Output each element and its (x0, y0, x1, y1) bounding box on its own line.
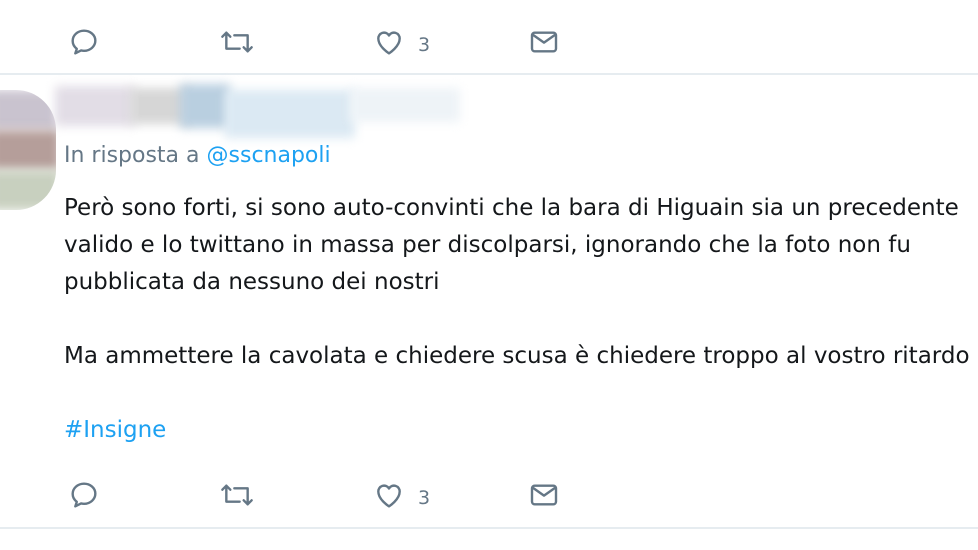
retweet-icon (221, 31, 253, 53)
retweet-icon (221, 484, 253, 506)
like-icon (377, 31, 401, 55)
direct-message-button[interactable] (527, 17, 561, 67)
like-icon (377, 484, 401, 508)
reply-handle-link[interactable]: @sscnapoli (207, 143, 331, 168)
tweet-text: Però sono forti, si sono auto-convinti c… (64, 190, 978, 375)
tweet-actions: 3 (0, 470, 978, 520)
tweet-text-line: Però sono forti, si sono auto-convinti c… (64, 195, 959, 221)
like-count: 3 (418, 34, 431, 56)
tweet-text-line: valido e lo twittano in massa per discol… (64, 232, 911, 258)
reply-context: In risposta a @sscnapoli (64, 143, 331, 168)
retweet-button[interactable] (218, 470, 256, 520)
reply-button[interactable] (68, 470, 100, 520)
tweet-actions-top: 3 (0, 17, 978, 67)
reply-prefix: In risposta a (64, 143, 200, 168)
retweet-button[interactable] (218, 17, 256, 67)
like-button[interactable]: 3 (372, 17, 430, 67)
tweet-divider (0, 73, 978, 75)
reply-button[interactable] (68, 17, 100, 67)
tweet-text-line: Ma ammettere la cavolata e chiedere scus… (64, 343, 970, 369)
like-count: 3 (418, 487, 431, 509)
reply-icon (71, 482, 97, 508)
tweet-text-line: pubblicata da nessuno dei nostri (64, 269, 440, 295)
direct-message-button[interactable] (527, 470, 561, 520)
like-button[interactable]: 3 (372, 470, 430, 520)
reply-icon (71, 29, 97, 55)
hashtag-link[interactable]: #Insigne (64, 417, 166, 443)
tweet-divider (0, 527, 978, 529)
direct-message-icon (530, 484, 558, 506)
direct-message-icon (530, 31, 558, 53)
